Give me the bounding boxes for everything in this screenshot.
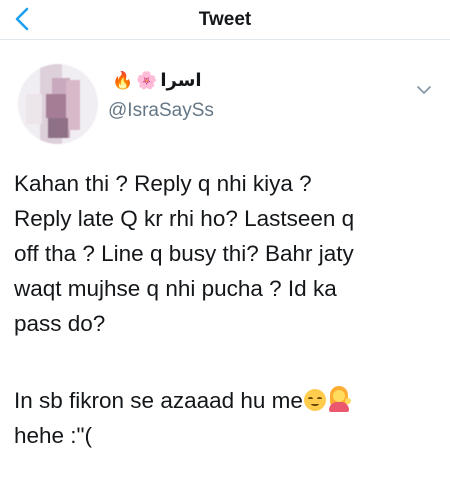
display-name: اسرا xyxy=(160,69,202,91)
tweet-author-header: 🔥 🌸 اسرا @IsraSaySs xyxy=(0,52,450,144)
user-handle[interactable]: @IsraSaySs xyxy=(108,100,214,122)
blossom-icon: 🌸 xyxy=(136,70,158,90)
top-navigation-bar: Tweet xyxy=(0,0,450,40)
display-name-row[interactable]: 🔥 🌸 اسرا xyxy=(112,68,202,92)
page-title: Tweet xyxy=(198,9,252,30)
tipping-hand-person-icon xyxy=(327,386,351,412)
tweet-text-line: hehe :"( xyxy=(14,423,93,448)
tweet-text: Kahan thi ? Reply q nhi kiya ? Reply lat… xyxy=(14,171,355,336)
tweet-text-line: In sb fikron se azaaad hu me xyxy=(14,388,303,413)
fire-icon: 🔥 xyxy=(112,70,134,90)
tweet-text-continued: In sb fikron se azaaad hu me hehe :"( xyxy=(14,383,438,453)
chevron-down-icon xyxy=(417,86,431,94)
avatar[interactable] xyxy=(18,64,98,144)
relieved-face-icon xyxy=(303,389,326,411)
tweet-options-button[interactable] xyxy=(412,80,436,100)
